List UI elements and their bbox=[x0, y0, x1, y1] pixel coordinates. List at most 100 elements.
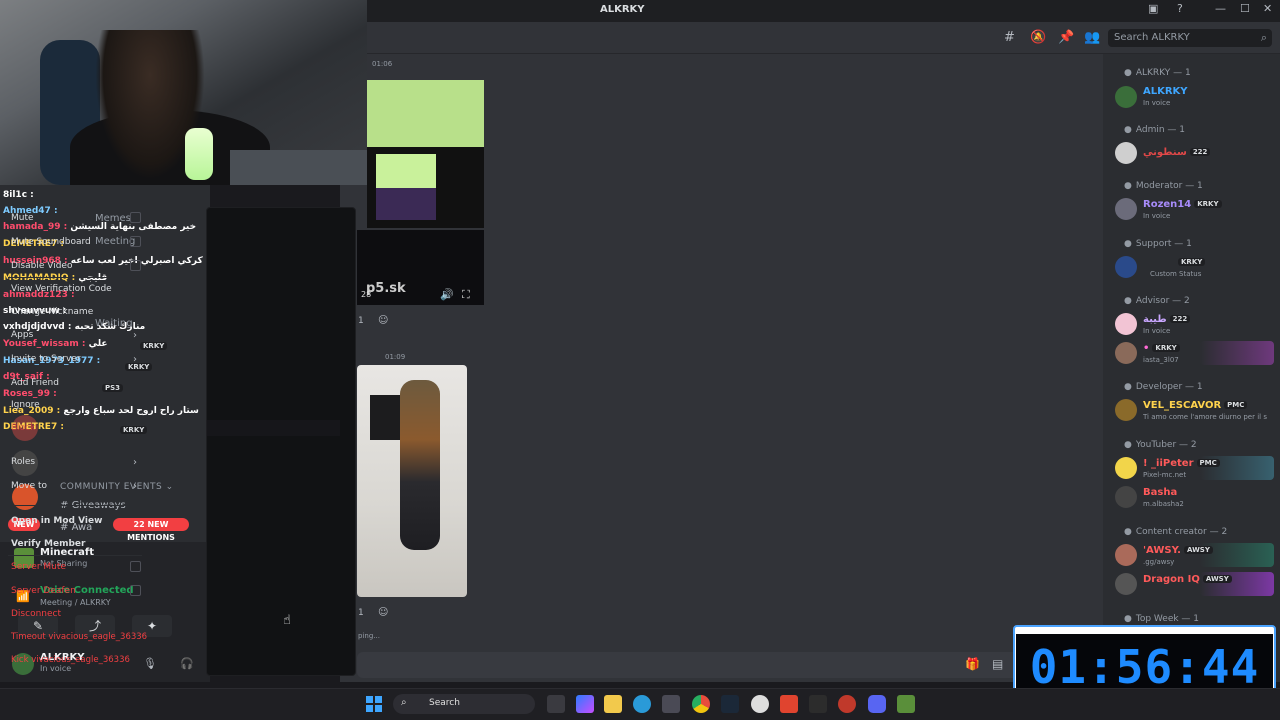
member-name[interactable]: • KRKY bbox=[1143, 343, 1180, 354]
store-icon[interactable] bbox=[662, 695, 680, 713]
member-name[interactable]: طيبة 222 bbox=[1143, 314, 1191, 325]
search-input[interactable]: Search ALKRKY ⌕ bbox=[1108, 29, 1272, 47]
avatar[interactable] bbox=[1115, 399, 1137, 421]
member-name-text: طيبة bbox=[1143, 314, 1167, 325]
avatar[interactable] bbox=[1115, 313, 1137, 335]
menu-item-roles[interactable]: Roles › bbox=[11, 457, 141, 468]
message-timestamp: 01:06 bbox=[372, 60, 393, 68]
pin-icon[interactable]: 📌 bbox=[1058, 30, 1074, 45]
taskbar-search[interactable]: ⌕ Search bbox=[393, 694, 535, 714]
checkbox[interactable] bbox=[130, 260, 141, 271]
menu-item-mute-soundboard[interactable]: Mute Soundboard bbox=[11, 236, 141, 247]
minecraft-icon[interactable] bbox=[897, 695, 915, 713]
checkbox[interactable] bbox=[130, 236, 141, 247]
menu-item-verify-member[interactable]: Verify Member bbox=[11, 539, 141, 549]
member-name[interactable]: Basha bbox=[1143, 487, 1177, 498]
edge-icon[interactable] bbox=[633, 695, 651, 713]
menu-item-add-friend[interactable]: Add Friend bbox=[11, 378, 141, 388]
chevron-right-icon: › bbox=[133, 457, 137, 468]
copilot-icon[interactable] bbox=[576, 695, 594, 713]
menu-item-block[interactable]: Block bbox=[11, 423, 141, 433]
member-name[interactable]: ! _iiPeter PMC bbox=[1143, 458, 1220, 469]
reaction-count[interactable]: 1 bbox=[358, 316, 364, 326]
avatar[interactable] bbox=[1115, 486, 1137, 508]
maximize-button[interactable]: ☐ bbox=[1240, 2, 1250, 15]
add-reaction-icon[interactable]: ☺ bbox=[378, 607, 388, 618]
gif-icon[interactable]: ▤ bbox=[992, 657, 1003, 671]
menu-item-disconnect[interactable]: Disconnect bbox=[11, 609, 141, 619]
notification-icon[interactable]: 🔕 bbox=[1030, 30, 1046, 45]
member-name[interactable]: KRKY bbox=[1175, 257, 1206, 268]
menu-item-view-verification-code[interactable]: View Verification Code bbox=[11, 284, 141, 294]
role-header: ● Content creator — 2 bbox=[1124, 527, 1227, 537]
reaction-count[interactable]: 1 bbox=[358, 608, 364, 618]
role-dot-icon: ● bbox=[1124, 125, 1132, 135]
menu-item-apps[interactable]: Apps › bbox=[11, 330, 141, 341]
threads-icon[interactable]: # bbox=[1004, 30, 1015, 45]
close-button[interactable]: ✕ bbox=[1263, 2, 1272, 15]
obs-icon[interactable] bbox=[751, 695, 769, 713]
menu-item-server-mute[interactable]: Server Mute bbox=[11, 561, 141, 572]
menu-item-invite-to-server[interactable]: Invite to Server › bbox=[11, 354, 141, 365]
fullscreen-icon[interactable]: ⛶ bbox=[462, 288, 470, 302]
microphone-icon[interactable]: 🎙 bbox=[143, 657, 157, 670]
member-name[interactable]: VEL_ESCAVOR PMC bbox=[1143, 400, 1248, 411]
avatar[interactable] bbox=[1115, 544, 1137, 566]
menu-item-server-deafen[interactable]: Server Deafen bbox=[11, 585, 141, 596]
checkbox[interactable] bbox=[130, 561, 141, 572]
member-name[interactable]: 'AWSY. AWSY bbox=[1143, 545, 1213, 556]
brave-icon[interactable] bbox=[780, 695, 798, 713]
menu-item-change-nickname[interactable]: Change Nickname bbox=[11, 307, 141, 317]
menu-label: Apps bbox=[11, 330, 34, 340]
menu-item-ignore[interactable]: Ignore bbox=[11, 400, 141, 410]
taskbar-search-label: Search bbox=[429, 698, 460, 708]
role-dot-icon: ● bbox=[1124, 527, 1132, 537]
checkbox[interactable] bbox=[130, 212, 141, 223]
gift-icon[interactable]: 🎁 bbox=[965, 657, 980, 671]
member-name[interactable]: Rozen14 KRKY bbox=[1143, 199, 1222, 210]
avatar[interactable] bbox=[1115, 86, 1137, 108]
member-name[interactable]: Dragon IQ AWSY bbox=[1143, 574, 1232, 585]
discord-icon[interactable] bbox=[868, 695, 886, 713]
avatar[interactable] bbox=[1115, 457, 1137, 479]
mouse-cursor-icon: ☝ bbox=[283, 613, 291, 628]
app-icon[interactable] bbox=[809, 695, 827, 713]
member-list-icon[interactable]: 👥 bbox=[1084, 30, 1100, 45]
steam-icon[interactable] bbox=[721, 695, 739, 713]
menu-item-move-to[interactable]: Move to › bbox=[11, 481, 141, 492]
typing-indicator: ping... bbox=[358, 632, 380, 640]
menu-item-timeout[interactable]: Timeout vivacious_eagle_36336 bbox=[11, 632, 147, 642]
chevron-right-icon: › bbox=[133, 354, 137, 365]
menu-item-mute[interactable]: Mute bbox=[11, 212, 141, 223]
avatar[interactable] bbox=[1115, 573, 1137, 595]
checkbox[interactable] bbox=[130, 585, 141, 596]
add-reaction-icon[interactable]: ☺ bbox=[378, 315, 388, 326]
avatar[interactable] bbox=[1115, 142, 1137, 164]
help-icon[interactable]: ? bbox=[1177, 2, 1183, 15]
volume-icon[interactable]: 🔊 bbox=[440, 288, 454, 301]
member-name[interactable]: ALKRKY bbox=[1143, 86, 1188, 97]
task-view-icon[interactable] bbox=[547, 695, 565, 713]
headphones-icon[interactable]: 🎧 bbox=[180, 657, 194, 670]
menu-item-disable-video[interactable]: Disable Video bbox=[11, 260, 141, 271]
role-dot-icon: ● bbox=[1124, 382, 1132, 392]
menu-item-kick[interactable]: Kick vivacious_eagle_36336 bbox=[11, 655, 141, 665]
inbox-icon[interactable]: ▣ bbox=[1148, 2, 1158, 15]
avatar[interactable] bbox=[1115, 256, 1137, 278]
divider bbox=[8, 446, 142, 447]
role-label: Moderator — 1 bbox=[1135, 181, 1203, 191]
chrome-icon[interactable] bbox=[692, 695, 710, 713]
member-status: In voice bbox=[1143, 327, 1171, 335]
minimize-button[interactable]: — bbox=[1215, 2, 1226, 15]
avatar[interactable] bbox=[1115, 342, 1137, 364]
menu-item-open-in-mod-view[interactable]: Open in Mod View bbox=[11, 516, 141, 526]
windows-start-icon[interactable] bbox=[366, 696, 382, 712]
member-name[interactable]: سنطوني 222 bbox=[1143, 147, 1211, 158]
badge: PMC bbox=[1196, 459, 1220, 467]
role-label: ALKRKY — 1 bbox=[1135, 68, 1191, 78]
voice-channel-link[interactable]: Meeting / ALKRKY bbox=[40, 598, 111, 607]
avatar[interactable] bbox=[1115, 198, 1137, 220]
badge: 222 bbox=[1169, 315, 1191, 323]
file-explorer-icon[interactable] bbox=[604, 695, 622, 713]
app-icon[interactable] bbox=[838, 695, 856, 713]
